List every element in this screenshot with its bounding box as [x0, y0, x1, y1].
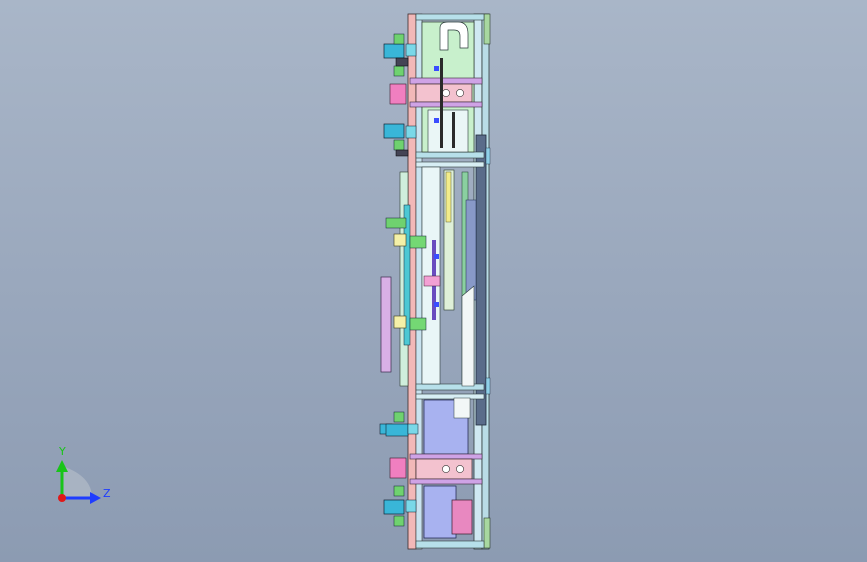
y-axis-label: Y — [58, 445, 66, 458]
y-axis-arrow-icon — [56, 460, 68, 472]
coordinate-triad: Y Z — [56, 445, 111, 504]
cad-viewport[interactable]: Y Z — [0, 0, 867, 562]
z-axis-arrow-icon — [90, 492, 101, 504]
z-axis-label: Z — [103, 487, 111, 500]
x-axis-point-icon — [58, 494, 66, 502]
